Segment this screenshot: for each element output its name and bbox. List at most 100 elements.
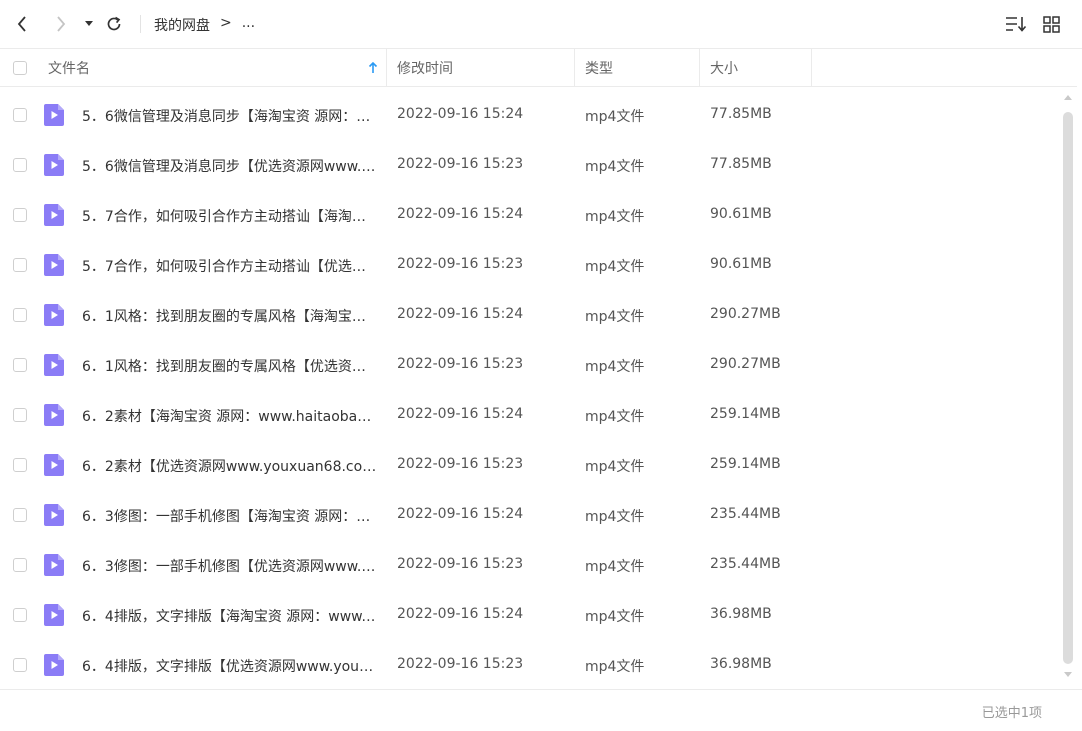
- sort-icon: [1006, 17, 1027, 32]
- row-checkbox[interactable]: [13, 258, 27, 272]
- file-size: 90.61MB: [710, 206, 772, 222]
- column-type-label: 类型: [585, 60, 613, 77]
- file-modified: 2022-09-16 15:24: [397, 506, 524, 522]
- sort-ascending-icon: [368, 62, 378, 73]
- file-size: 235.44MB: [710, 556, 781, 572]
- breadcrumb-more[interactable]: ...: [242, 15, 255, 35]
- file-modified: 2022-09-16 15:23: [397, 656, 524, 672]
- file-row[interactable]: 6．4排版，文字排版【优选资源网www.youxuan68.com】.mp4 20…: [0, 640, 1060, 690]
- file-type: mp4文件: [585, 259, 645, 275]
- chevron-left-icon: [17, 16, 26, 32]
- file-row[interactable]: 6．1风格：找到朋友圈的专属风格【优选资源网】.mp4 2022-09-16 15…: [0, 340, 1060, 390]
- file-name[interactable]: 6．4排版，文字排版【海淘宝资 源网：www.haitaobaozi.com】.…: [82, 606, 378, 626]
- refresh-button[interactable]: [103, 10, 125, 38]
- video-file-icon: [44, 154, 64, 176]
- sort-button[interactable]: [1004, 10, 1028, 38]
- column-modified[interactable]: 修改时间: [387, 49, 575, 86]
- row-checkbox[interactable]: [13, 558, 27, 572]
- file-row[interactable]: 6．3修图：一部手机修图【优选资源网www.youxuan68.com】.mp4…: [0, 540, 1060, 590]
- scrollbar-thumb[interactable]: [1063, 112, 1073, 664]
- chevron-right-icon: [57, 16, 66, 32]
- file-modified: 2022-09-16 15:23: [397, 256, 524, 272]
- file-size: 235.44MB: [710, 506, 781, 522]
- row-checkbox[interactable]: [13, 508, 27, 522]
- history-dropdown-button[interactable]: [80, 10, 98, 38]
- file-name[interactable]: 6．1风格：找到朋友圈的专属风格【海淘宝资 源网】.mp4: [82, 306, 378, 326]
- column-header: 文件名 修改时间 类型 大小: [0, 49, 1077, 87]
- back-button[interactable]: [11, 10, 33, 38]
- file-size: 259.14MB: [710, 456, 781, 472]
- row-checkbox[interactable]: [13, 658, 27, 672]
- forward-button[interactable]: [50, 10, 72, 38]
- column-size[interactable]: 大小: [700, 49, 812, 86]
- breadcrumb-root[interactable]: 我的网盘: [154, 15, 210, 35]
- video-file-icon: [44, 354, 64, 376]
- row-checkbox[interactable]: [13, 308, 27, 322]
- video-file-icon: [44, 204, 64, 226]
- video-file-icon: [44, 304, 64, 326]
- file-type: mp4文件: [585, 659, 645, 675]
- file-row[interactable]: 5．7合作，如何吸引合作方主动搭讪【海淘宝资 源网】.mp4 2022-09-16…: [0, 190, 1060, 240]
- file-type: mp4文件: [585, 609, 645, 625]
- row-checkbox[interactable]: [13, 458, 27, 472]
- file-type: mp4文件: [585, 409, 645, 425]
- row-checkbox[interactable]: [13, 158, 27, 172]
- file-type: mp4文件: [585, 459, 645, 475]
- file-row[interactable]: 5．6微信管理及消息同步【优选资源网www.youxuan68.com】.mp4…: [0, 140, 1060, 190]
- column-modified-label: 修改时间: [397, 60, 453, 77]
- file-modified: 2022-09-16 15:24: [397, 406, 524, 422]
- file-name[interactable]: 6．3修图：一部手机修图【海淘宝资 源网：www.haitaobaozi.com…: [82, 506, 378, 526]
- file-row[interactable]: 6．4排版，文字排版【海淘宝资 源网：www.haitaobaozi.com】.…: [0, 590, 1060, 640]
- file-name[interactable]: 6．2素材【优选资源网www.youxuan68.com】.mp4: [82, 456, 378, 476]
- file-name[interactable]: 5．7合作，如何吸引合作方主动搭讪【海淘宝资 源网】.mp4: [82, 206, 378, 226]
- select-all-cell: [0, 49, 40, 86]
- file-size: 36.98MB: [710, 656, 772, 672]
- select-all-checkbox[interactable]: [12, 60, 27, 75]
- file-row[interactable]: 6．2素材【优选资源网www.youxuan68.com】.mp4 2022-09…: [0, 440, 1060, 490]
- video-file-icon: [44, 504, 64, 526]
- grid-view-button[interactable]: [1040, 10, 1062, 38]
- file-name[interactable]: 5．7合作，如何吸引合作方主动搭讪【优选资源网】.mp4: [82, 256, 378, 276]
- row-checkbox[interactable]: [13, 358, 27, 372]
- file-row[interactable]: 5．7合作，如何吸引合作方主动搭讪【优选资源网】.mp4 2022-09-16 1…: [0, 240, 1060, 290]
- file-row[interactable]: 6．1风格：找到朋友圈的专属风格【海淘宝资 源网】.mp4 2022-09-16 …: [0, 290, 1060, 340]
- row-checkbox[interactable]: [13, 108, 27, 122]
- file-name[interactable]: 6．3修图：一部手机修图【优选资源网www.youxuan68.com】.mp4: [82, 556, 378, 576]
- video-file-icon: [44, 254, 64, 276]
- file-size: 77.85MB: [710, 106, 772, 122]
- video-file-icon: [44, 454, 64, 476]
- file-type: mp4文件: [585, 309, 645, 325]
- row-checkbox[interactable]: [13, 408, 27, 422]
- file-size: 77.85MB: [710, 156, 772, 172]
- column-name-label: 文件名: [48, 60, 90, 77]
- video-file-icon: [44, 604, 64, 626]
- file-name[interactable]: 5．6微信管理及消息同步【海淘宝资 源网：www.haitaobaozi.com…: [82, 106, 378, 126]
- file-type: mp4文件: [585, 159, 645, 175]
- scroll-down-arrow-icon[interactable]: [1064, 672, 1072, 678]
- file-name[interactable]: 6．2素材【海淘宝资 源网：www.haitaobaozi.com】.mp4: [82, 406, 378, 426]
- file-type: mp4文件: [585, 109, 645, 125]
- file-type: mp4文件: [585, 209, 645, 225]
- column-name[interactable]: 文件名: [40, 49, 387, 86]
- toolbar: 我的网盘 > ...: [0, 0, 1082, 49]
- file-name[interactable]: 5．6微信管理及消息同步【优选资源网www.youxuan68.com】.mp4: [82, 156, 378, 176]
- row-checkbox[interactable]: [13, 608, 27, 622]
- file-type: mp4文件: [585, 509, 645, 525]
- column-type[interactable]: 类型: [575, 49, 700, 86]
- file-name[interactable]: 6．4排版，文字排版【优选资源网www.youxuan68.com】.mp4: [82, 656, 378, 676]
- file-size: 90.61MB: [710, 256, 772, 272]
- file-modified: 2022-09-16 15:23: [397, 556, 524, 572]
- row-checkbox[interactable]: [13, 208, 27, 222]
- file-modified: 2022-09-16 15:24: [397, 206, 524, 222]
- file-row[interactable]: 6．2素材【海淘宝资 源网：www.haitaobaozi.com】.mp4 20…: [0, 390, 1060, 440]
- video-file-icon: [44, 404, 64, 426]
- file-row[interactable]: 5．6微信管理及消息同步【海淘宝资 源网：www.haitaobaozi.com…: [0, 90, 1060, 140]
- breadcrumb-separator: >: [220, 15, 232, 31]
- scroll-up-arrow-icon[interactable]: [1064, 94, 1072, 100]
- video-file-icon: [44, 554, 64, 576]
- file-modified: 2022-09-16 15:23: [397, 156, 524, 172]
- file-name[interactable]: 6．1风格：找到朋友圈的专属风格【优选资源网】.mp4: [82, 356, 378, 376]
- file-row[interactable]: 6．3修图：一部手机修图【海淘宝资 源网：www.haitaobaozi.com…: [0, 490, 1060, 540]
- vertical-scrollbar[interactable]: [1061, 90, 1075, 688]
- file-type: mp4文件: [585, 359, 645, 375]
